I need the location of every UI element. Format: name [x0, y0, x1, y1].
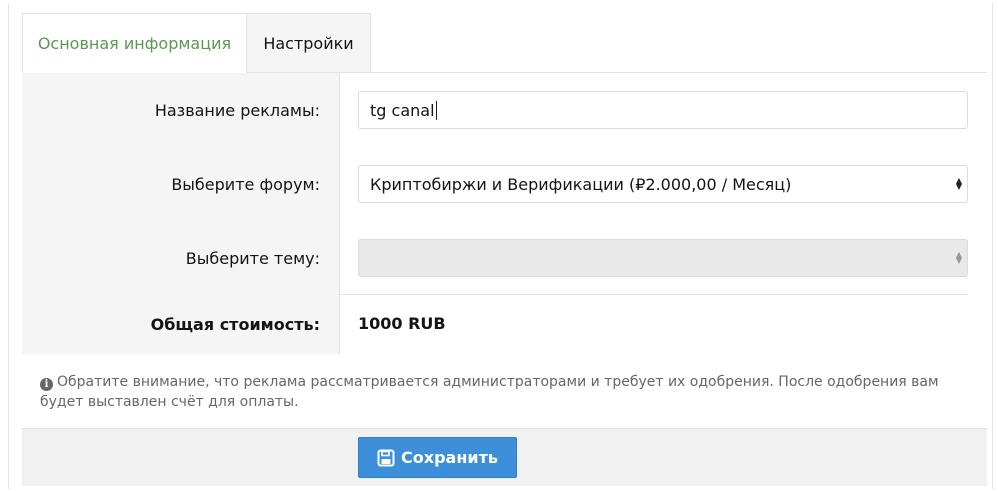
total-label: Общая стоимость: — [150, 315, 320, 334]
info-icon: i — [40, 378, 53, 391]
topic-label: Выберите тему: — [185, 249, 320, 268]
total-divider — [340, 294, 968, 295]
ad-name-label: Название рекламы: — [154, 101, 320, 120]
text-cursor — [435, 100, 437, 120]
forum-select[interactable]: Криптобиржи и Верификации (₽2.000,00 / М… — [358, 165, 968, 203]
floppy-disk-icon — [377, 449, 395, 466]
tab-basic-info[interactable]: Основная информация — [22, 13, 247, 73]
total-value: 1000 RUB — [358, 314, 446, 333]
save-button-label: Сохранить — [401, 448, 498, 467]
select-arrows-icon: ▲ ▼ — [955, 176, 962, 191]
label-column: Название рекламы: Выберите форум: Выбери… — [22, 73, 340, 354]
tab-settings[interactable]: Настройки — [247, 13, 371, 73]
save-button[interactable]: Сохранить — [358, 437, 517, 478]
ad-name-value: tg canal — [370, 100, 435, 120]
forum-label: Выберите форум: — [171, 175, 320, 194]
select-arrows-icon: ▲ ▼ — [955, 250, 962, 265]
notice-text: Обратите внимание, что реклама рассматри… — [40, 374, 939, 410]
approval-notice: i Обратите внимание, что реклама рассматр… — [40, 372, 970, 412]
forum-selected-value: Криптобиржи и Верификации (₽2.000,00 / М… — [370, 174, 792, 194]
topic-select[interactable]: ▲ ▼ — [358, 239, 968, 277]
ad-name-input[interactable]: tg canal — [358, 91, 968, 129]
